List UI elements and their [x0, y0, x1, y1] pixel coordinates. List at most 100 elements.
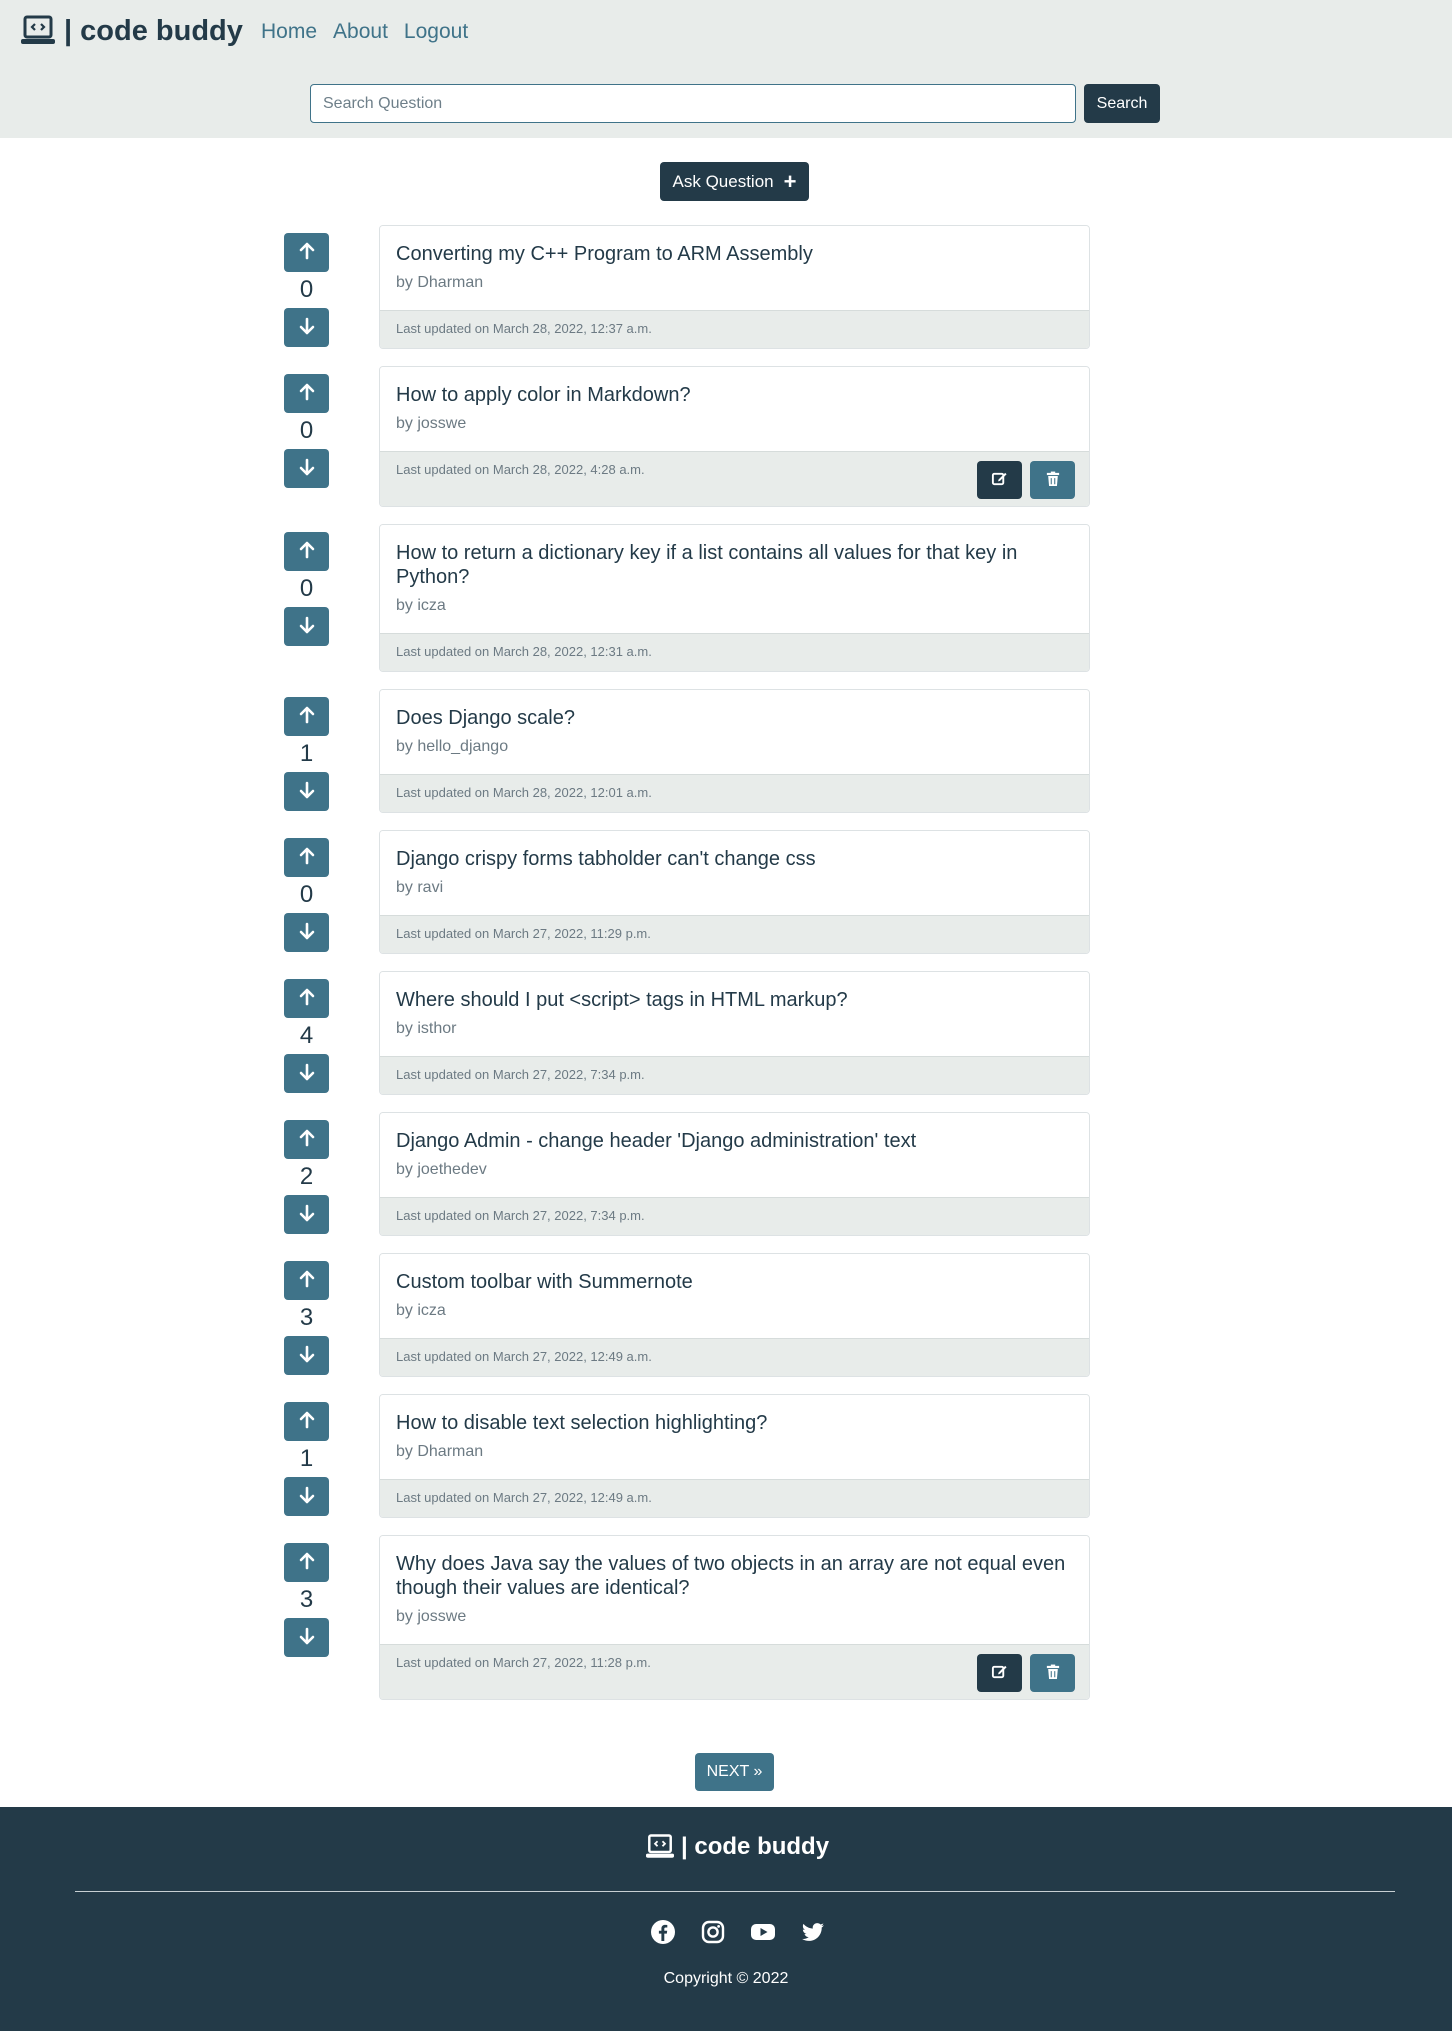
delete-question-button[interactable]	[1030, 1654, 1075, 1692]
last-updated-text: Last updated on March 27, 2022, 7:34 p.m…	[396, 1067, 645, 1082]
last-updated-text: Last updated on March 27, 2022, 12:49 a.…	[396, 1490, 652, 1505]
question-card-footer: Last updated on March 27, 2022, 12:49 a.…	[380, 1338, 1089, 1376]
arrow-up-icon	[299, 706, 315, 727]
question-card: How to apply color in Markdown? by jossw…	[379, 366, 1090, 507]
question-title-link[interactable]: How to return a dictionary key if a list…	[396, 541, 1073, 589]
search-button[interactable]: Search	[1084, 84, 1160, 123]
twitter-icon[interactable]	[800, 1919, 826, 1945]
question-card-body: Why does Java say the values of two obje…	[380, 1536, 1089, 1644]
question-card: Django crispy forms tabholder can't chan…	[379, 830, 1090, 954]
upvote-button[interactable]	[284, 233, 329, 272]
question-author: by ravi	[396, 879, 444, 896]
brand-logo[interactable]: | code buddy	[20, 14, 243, 48]
downvote-button[interactable]	[284, 607, 329, 646]
downvote-button[interactable]	[284, 1195, 329, 1234]
question-row: 1 Does Django scale? by hello_django Las…	[284, 689, 1090, 813]
delete-question-button[interactable]	[1030, 461, 1075, 499]
upvote-button[interactable]	[284, 1261, 329, 1300]
trash-icon	[1046, 471, 1060, 490]
arrow-down-icon	[299, 616, 315, 637]
question-title-link[interactable]: Converting my C++ Program to ARM Assembl…	[396, 242, 1073, 266]
question-title-link[interactable]: Django crispy forms tabholder can't chan…	[396, 847, 1073, 871]
last-updated-text: Last updated on March 28, 2022, 12:37 a.…	[396, 321, 652, 336]
question-card-footer: Last updated on March 28, 2022, 12:31 a.…	[380, 633, 1089, 671]
ask-question-button[interactable]: Ask Question +	[660, 162, 809, 201]
last-updated-text: Last updated on March 27, 2022, 12:49 a.…	[396, 1349, 652, 1364]
site-footer: | code buddy Copyright © 2022	[0, 1807, 1452, 2031]
arrow-up-icon	[299, 988, 315, 1009]
vote-controls: 4	[284, 971, 329, 1095]
question-author: by Dharman	[396, 1443, 484, 1460]
last-updated-text: Last updated on March 27, 2022, 11:28 p.…	[396, 1655, 651, 1670]
vote-controls: 3	[284, 1253, 329, 1377]
downvote-button[interactable]	[284, 913, 329, 952]
search-input[interactable]	[310, 84, 1076, 123]
arrow-up-icon	[299, 242, 315, 263]
edit-icon	[991, 1663, 1008, 1683]
question-author: by josswe	[396, 415, 467, 432]
arrow-down-icon	[299, 1345, 315, 1366]
question-actions	[977, 1654, 1075, 1692]
facebook-icon[interactable]	[650, 1919, 676, 1945]
downvote-button[interactable]	[284, 1054, 329, 1093]
question-title-link[interactable]: How to disable text selection highlighti…	[396, 1411, 1073, 1435]
vote-count: 3	[299, 1304, 314, 1331]
upvote-button[interactable]	[284, 838, 329, 877]
edit-question-button[interactable]	[977, 461, 1022, 499]
question-author: by icza	[396, 1302, 446, 1319]
vote-controls: 1	[284, 689, 329, 813]
question-card: How to return a dictionary key if a list…	[379, 524, 1090, 672]
last-updated-text: Last updated on March 27, 2022, 7:34 p.m…	[396, 1208, 645, 1223]
question-title-link[interactable]: Custom toolbar with Summernote	[396, 1270, 1073, 1294]
vote-count: 3	[299, 1586, 314, 1613]
upvote-button[interactable]	[284, 1402, 329, 1441]
vote-count: 0	[299, 881, 314, 908]
upvote-button[interactable]	[284, 1543, 329, 1582]
question-card-body: Does Django scale? by hello_django	[380, 690, 1089, 774]
arrow-down-icon	[299, 317, 315, 338]
question-title-link[interactable]: Does Django scale?	[396, 706, 1073, 730]
question-title-link[interactable]: Where should I put <script> tags in HTML…	[396, 988, 1073, 1012]
arrow-down-icon	[299, 781, 315, 802]
question-card-footer: Last updated on March 27, 2022, 11:28 p.…	[380, 1644, 1089, 1699]
upvote-button[interactable]	[284, 979, 329, 1018]
laptop-code-icon	[21, 15, 55, 44]
instagram-icon[interactable]	[700, 1919, 726, 1945]
arrow-down-icon	[299, 1486, 315, 1507]
question-author: by hello_django	[396, 738, 509, 755]
upvote-button[interactable]	[284, 532, 329, 571]
vote-count: 0	[299, 276, 314, 303]
question-row: 0 Django crispy forms tabholder can't ch…	[284, 830, 1090, 954]
upvote-button[interactable]	[284, 1120, 329, 1159]
downvote-button[interactable]	[284, 1618, 329, 1657]
question-card-footer: Last updated on March 27, 2022, 11:29 p.…	[380, 915, 1089, 953]
question-card-body: How to apply color in Markdown? by jossw…	[380, 367, 1089, 451]
edit-question-button[interactable]	[977, 1654, 1022, 1692]
youtube-icon[interactable]	[750, 1919, 776, 1945]
nav-about-link[interactable]: About	[333, 20, 388, 44]
question-title-link[interactable]: Django Admin - change header 'Django adm…	[396, 1129, 1073, 1153]
upvote-button[interactable]	[284, 697, 329, 736]
arrow-up-icon	[299, 847, 315, 868]
footer-brand-logo[interactable]: | code buddy	[645, 1833, 829, 1861]
vote-count: 4	[299, 1022, 314, 1049]
nav-home-link[interactable]: Home	[261, 20, 317, 44]
downvote-button[interactable]	[284, 1336, 329, 1375]
arrow-up-icon	[299, 1552, 315, 1573]
downvote-button[interactable]	[284, 772, 329, 811]
nav-logout-link[interactable]: Logout	[404, 20, 468, 44]
next-page-button[interactable]: NEXT »	[695, 1753, 774, 1791]
question-row: 3 Why does Java say the values of two ob…	[284, 1535, 1090, 1700]
question-card-footer: Last updated on March 28, 2022, 4:28 a.m…	[380, 451, 1089, 506]
question-row: 0 Converting my C++ Program to ARM Assem…	[284, 225, 1090, 349]
trash-icon	[1046, 1664, 1060, 1683]
upvote-button[interactable]	[284, 374, 329, 413]
downvote-button[interactable]	[284, 308, 329, 347]
edit-icon	[991, 470, 1008, 490]
question-title-link[interactable]: How to apply color in Markdown?	[396, 383, 1073, 407]
question-card: Django Admin - change header 'Django adm…	[379, 1112, 1090, 1236]
search-bar: Search	[310, 84, 1160, 123]
question-title-link[interactable]: Why does Java say the values of two obje…	[396, 1552, 1073, 1600]
downvote-button[interactable]	[284, 1477, 329, 1516]
downvote-button[interactable]	[284, 449, 329, 488]
